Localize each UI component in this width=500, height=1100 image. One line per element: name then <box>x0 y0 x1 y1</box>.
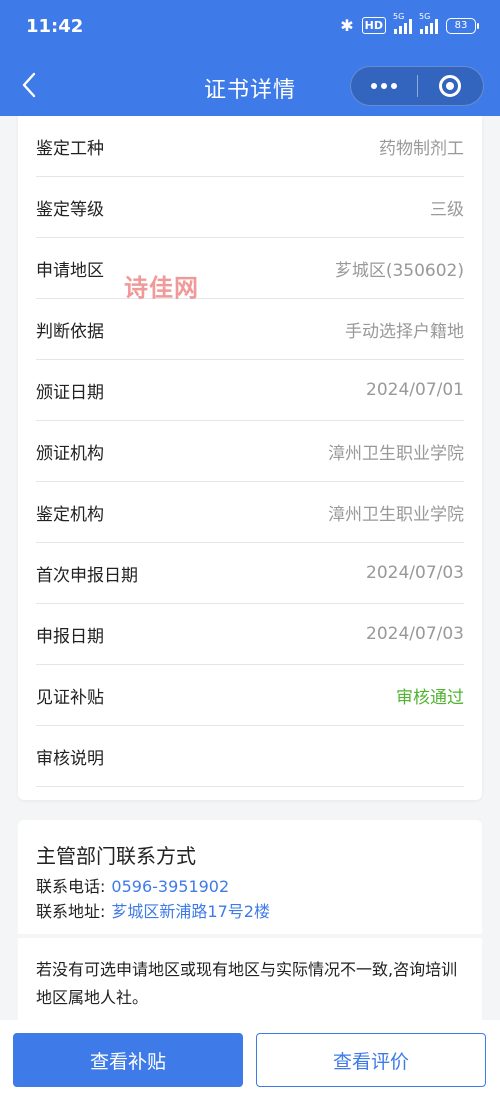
detail-row-subsidy: 见证补贴 审核通过 <box>36 665 464 726</box>
detail-value: 手动选择户籍地 <box>345 321 464 342</box>
detail-label: 首次申报日期 <box>36 565 138 586</box>
watermark: 诗佳网 <box>124 274 199 302</box>
detail-row-assessor: 鉴定机构 漳州卫生职业学院 <box>36 482 464 543</box>
contact-address-link[interactable]: 芗城区新浦路17号2楼 <box>111 902 270 921</box>
detail-row-first-apply-date: 首次申报日期 2024/07/03 <box>36 543 464 604</box>
signal-icon-2: 5G <box>419 12 438 34</box>
detail-value: 2024/07/03 <box>366 563 464 583</box>
detail-label: 鉴定工种 <box>36 138 104 159</box>
certificate-detail-card: 鉴定工种 药物制剂工 鉴定等级 三级 申请地区 芗城区(350602) 判断依据… <box>18 116 482 800</box>
detail-value: 药物制剂工 <box>379 138 464 159</box>
contact-phone-line: 联系电话: 0596-3951902 <box>36 873 229 897</box>
status-time: 11:42 <box>26 16 84 37</box>
note-card: 若没有可选申请地区或现有地区与实际情况不一致,咨询培训地区属地人社。 <box>18 938 482 1022</box>
hd-icon: HD <box>361 17 386 34</box>
detail-value: 芗城区(350602) <box>334 260 464 281</box>
contact-phone-label: 联系电话: <box>36 877 106 896</box>
detail-label: 鉴定等级 <box>36 199 104 220</box>
detail-row-review-note: 审核说明 <box>36 726 464 787</box>
status-badge: 审核通过 <box>396 687 464 708</box>
detail-label: 鉴定机构 <box>36 504 104 525</box>
detail-row-issuer: 颁证机构 漳州卫生职业学院 <box>36 421 464 482</box>
signal-5g-label: 5G <box>393 11 405 21</box>
mini-program-capsule <box>350 66 484 106</box>
top-bar: 11:42 ✱ HD 5G 5G 83 证书详情 <box>0 0 500 116</box>
bluetooth-icon: ✱ <box>340 16 354 35</box>
detail-label: 审核说明 <box>36 748 104 769</box>
close-button[interactable] <box>418 66 484 106</box>
detail-row-level: 鉴定等级 三级 <box>36 177 464 238</box>
contact-title: 主管部门联系方式 <box>36 844 196 868</box>
detail-row-basis: 判断依据 手动选择户籍地 <box>36 299 464 360</box>
signal-5g-label-2: 5G <box>419 11 431 21</box>
bottom-action-bar: 查看补贴 查看评价 <box>0 1020 500 1100</box>
detail-value: 2024/07/01 <box>366 380 464 400</box>
view-subsidy-button[interactable]: 查看补贴 <box>13 1033 243 1087</box>
detail-row-issue-date: 颁证日期 2024/07/01 <box>36 360 464 421</box>
detail-label: 颁证机构 <box>36 443 104 464</box>
detail-label: 见证补贴 <box>36 687 104 708</box>
contact-address-label: 联系地址: <box>36 902 106 921</box>
detail-label: 申报日期 <box>36 626 104 647</box>
more-button[interactable] <box>351 66 417 106</box>
view-review-button[interactable]: 查看评价 <box>256 1033 486 1087</box>
detail-row-apply-date: 申报日期 2024/07/03 <box>36 604 464 665</box>
more-dots-icon <box>370 83 377 89</box>
contact-phone-link[interactable]: 0596-3951902 <box>111 877 229 896</box>
status-bar: 11:42 ✱ HD 5G 5G 83 <box>0 0 500 56</box>
detail-value: 漳州卫生职业学院 <box>328 504 464 525</box>
nav-bar: 证书详情 <box>0 56 500 116</box>
battery-icon: 83 <box>446 17 479 34</box>
detail-label: 申请地区 <box>36 260 104 281</box>
note-text: 若没有可选申请地区或现有地区与实际情况不一致,咨询培训地区属地人社。 <box>36 960 458 1007</box>
status-icons: ✱ HD 5G 5G 83 <box>340 12 479 35</box>
detail-row-region: 申请地区 芗城区(350602) <box>36 238 464 299</box>
detail-label: 颁证日期 <box>36 382 104 403</box>
target-close-icon <box>439 75 462 97</box>
detail-value: 三级 <box>430 199 464 220</box>
detail-row-job-type: 鉴定工种 药物制剂工 <box>36 116 464 177</box>
detail-value: 2024/07/03 <box>366 624 464 644</box>
detail-value: 漳州卫生职业学院 <box>328 443 464 464</box>
detail-label: 判断依据 <box>36 321 104 342</box>
contact-card: 主管部门联系方式 联系电话: 0596-3951902 联系地址: 芗城区新浦路17… <box>18 820 482 934</box>
contact-address-line: 联系地址: 芗城区新浦路17号2楼 <box>36 898 270 922</box>
signal-icon: 5G <box>393 12 412 34</box>
